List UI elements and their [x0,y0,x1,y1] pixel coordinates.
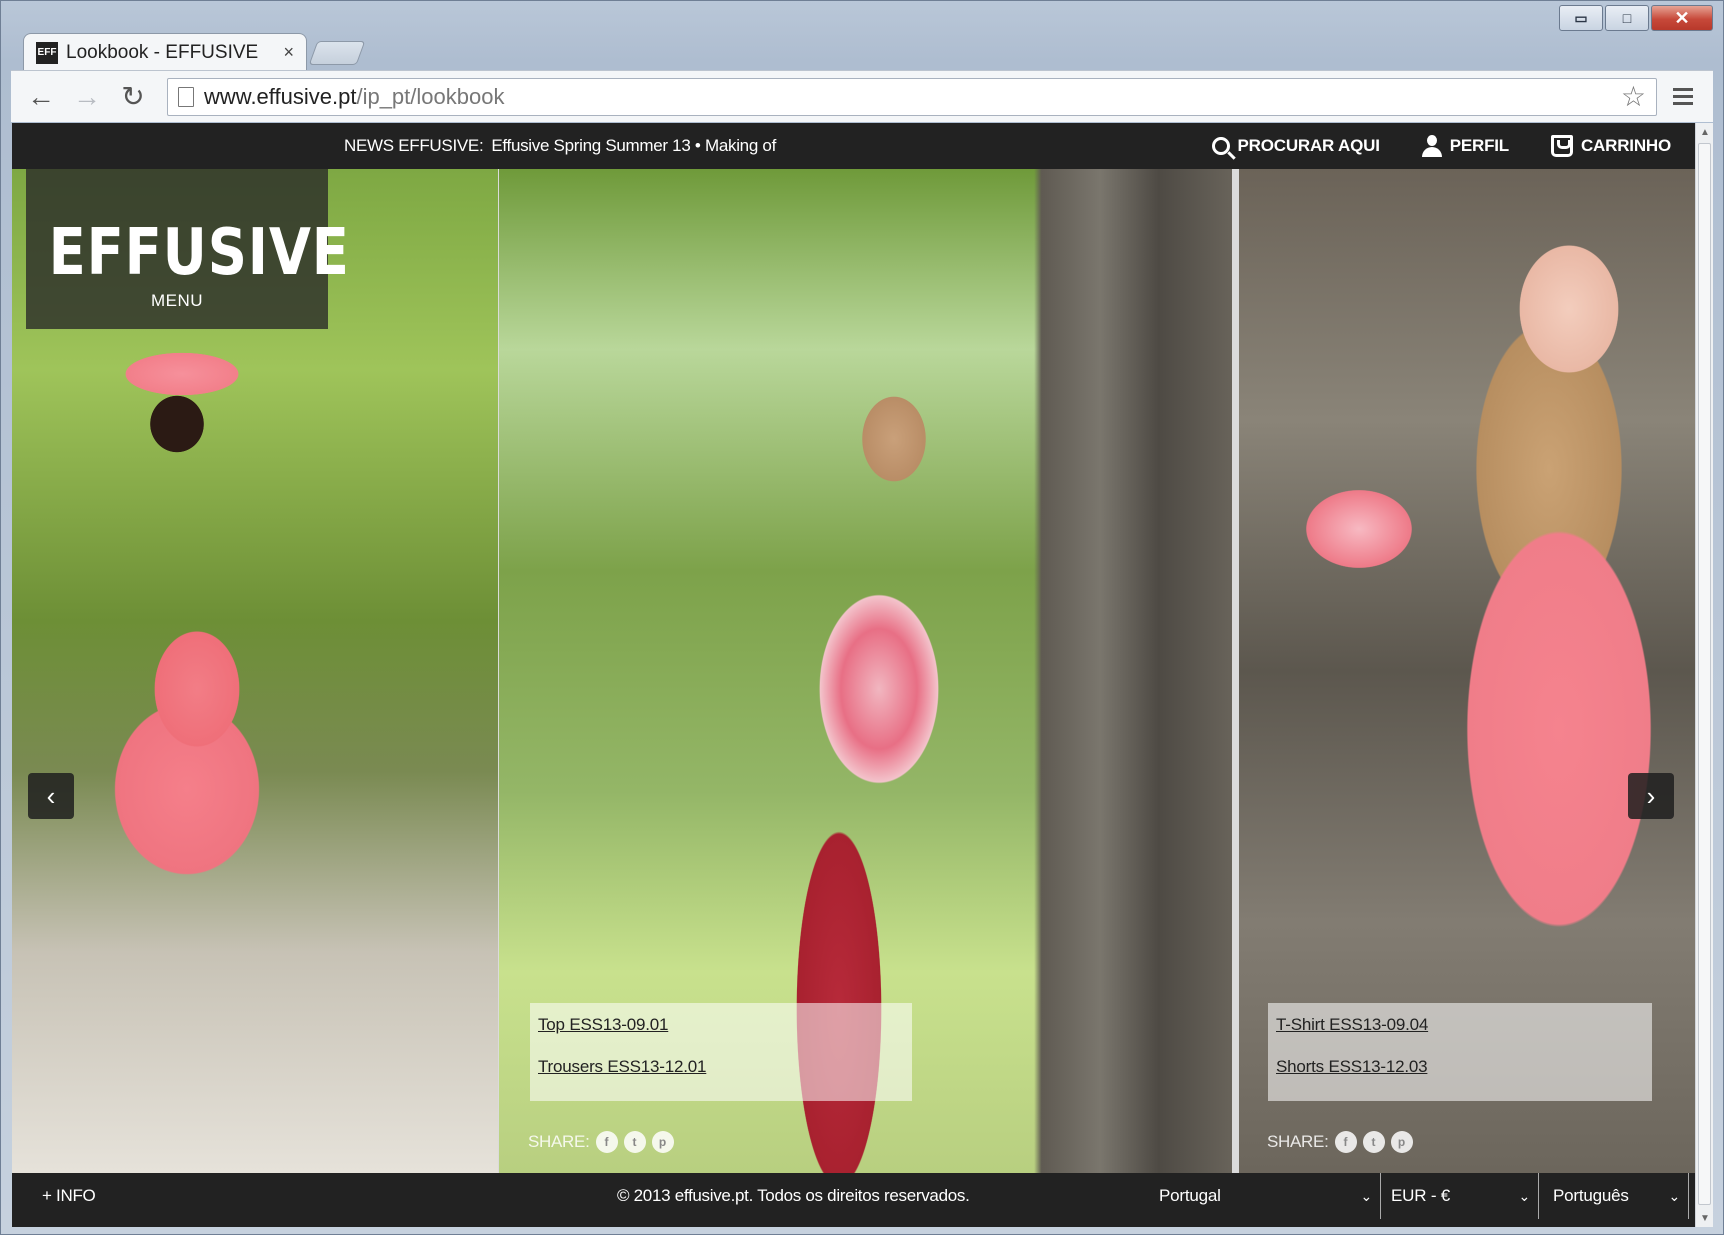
product-link[interactable]: T-Shirt ESS13-09.04 [1276,1013,1644,1037]
window-controls: ▭ □ ✕ [1559,5,1713,31]
share-bar: SHARE: f t p [1267,1131,1413,1153]
menu-line-icon [1673,88,1693,91]
cart-label: CARRINHO [1580,136,1671,155]
site-logo-menu[interactable]: EFFUSIVE MENU [26,169,350,329]
pinterest-icon[interactable]: p [1390,1131,1413,1153]
panel-divider [1232,169,1239,1173]
logo: EFFUSIVE [48,216,350,290]
vertical-scrollbar[interactable]: ▲ ▼ [1695,123,1713,1227]
url-path: /ip_pt/lookbook [356,83,505,109]
browser-menu-button[interactable] [1663,77,1703,117]
page-icon [178,86,194,107]
news-ticker: NEWS EFFUSIVE: Effusive Spring Summer 13… [344,123,776,169]
menu-label[interactable]: MENU [26,291,328,311]
pinterest-icon[interactable]: p [651,1131,674,1153]
url-text[interactable]: www.effusive.pt/ip_pt/lookbook [204,84,1611,110]
chevron-down-icon: ⌄ [1360,1187,1372,1204]
product-links: Top ESS13-09.01 Trousers ESS13-12.01 [530,1003,912,1101]
share-bar: SHARE: f t p [528,1131,674,1153]
user-icon [1421,135,1442,157]
address-bar[interactable]: www.effusive.pt/ip_pt/lookbook ☆ [167,77,1657,116]
info-link[interactable]: + INFO [42,1173,96,1219]
chevron-left-icon: ‹ [46,780,56,811]
language-value: Português [1553,1186,1629,1205]
product-link[interactable]: Shorts ESS13-12.03 [1276,1055,1644,1079]
back-button[interactable]: ← [21,77,61,117]
facebook-icon[interactable]: f [1334,1131,1357,1153]
search-label: PROCURAR AQUI [1237,136,1380,155]
scrollbar-thumb[interactable] [1698,143,1711,1205]
share-label: SHARE: [1267,1132,1329,1151]
search-button[interactable]: PROCURAR AQUI [1211,136,1380,156]
profile-label: PERFIL [1449,136,1509,155]
maximize-button[interactable]: □ [1605,5,1649,31]
cart-button[interactable]: CARRINHO [1550,135,1671,157]
product-link[interactable]: Top ESS13-09.01 [538,1013,904,1037]
copyright-text: © 2013 effusive.pt. Todos os direitos re… [617,1186,970,1205]
chevron-down-icon: ⌄ [1668,1187,1680,1204]
page-viewport: NEWS EFFUSIVE: Effusive Spring Summer 13… [12,123,1713,1227]
language-select[interactable]: Português ⌄ [1543,1173,1689,1219]
twitter-icon[interactable]: t [1362,1131,1385,1153]
close-window-button[interactable]: ✕ [1651,5,1713,31]
top-navigation: PROCURAR AQUI PERFIL CARRINHO [1211,123,1671,169]
share-label: SHARE: [528,1132,590,1151]
minimize-button[interactable]: ▭ [1559,5,1603,31]
profile-button[interactable]: PERFIL [1421,135,1509,157]
scroll-up-icon[interactable]: ▲ [1696,123,1713,141]
browser-window: ▭ □ ✕ EFF Lookbook - EFFUSIVE × ← → ↻ ww… [0,0,1724,1235]
country-select[interactable]: Portugal ⌄ [1159,1173,1381,1219]
tab-title: Lookbook - EFFUSIVE [66,41,259,63]
tab-lookbook[interactable]: EFF Lookbook - EFFUSIVE × [23,33,307,71]
currency-value: EUR - € [1391,1186,1451,1205]
bookmark-star-icon[interactable]: ☆ [1621,80,1646,113]
search-icon [1211,137,1230,155]
menu-line-icon [1673,102,1693,105]
browser-toolbar: ← → ↻ www.effusive.pt/ip_pt/lookbook ☆ [11,70,1713,122]
currency-select[interactable]: EUR - € ⌄ [1391,1173,1539,1219]
carousel-next-button[interactable]: › [1628,773,1674,819]
tab-strip: EFF Lookbook - EFFUSIVE × [23,31,366,71]
cart-icon [1550,135,1573,157]
favicon-icon: EFF [36,41,58,64]
country-value: Portugal [1159,1186,1221,1205]
new-tab-button[interactable] [308,41,366,65]
twitter-icon[interactable]: t [623,1131,646,1153]
carousel-prev-button[interactable]: ‹ [28,773,74,819]
tab-close-icon[interactable]: × [283,42,294,63]
chevron-down-icon: ⌄ [1518,1187,1530,1204]
chevron-right-icon: › [1646,780,1656,811]
menu-line-icon [1673,95,1693,98]
site-footer: + INFO © 2013 effusive.pt. Todos os dire… [12,1173,1695,1227]
site-topbar: NEWS EFFUSIVE: Effusive Spring Summer 13… [12,123,1695,169]
facebook-icon[interactable]: f [595,1131,618,1153]
scroll-down-icon[interactable]: ▼ [1696,1209,1713,1227]
news-items-link[interactable]: Effusive Spring Summer 13 • Making of [491,136,776,156]
product-links: T-Shirt ESS13-09.04 Shorts ESS13-12.03 [1268,1003,1652,1101]
reload-button[interactable]: ↻ [113,77,153,117]
url-host: www.effusive.pt [204,83,357,109]
forward-button[interactable]: → [67,77,107,117]
product-link[interactable]: Trousers ESS13-12.01 [538,1055,904,1079]
news-label: NEWS EFFUSIVE: [344,136,484,155]
